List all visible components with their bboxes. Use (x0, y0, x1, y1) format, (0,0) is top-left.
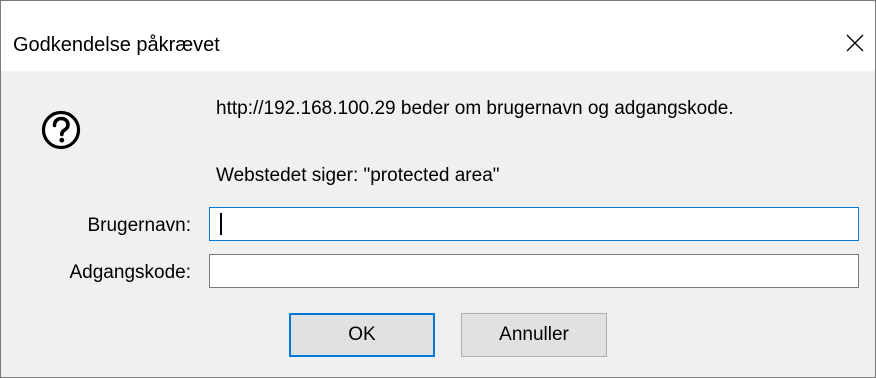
username-input[interactable] (209, 207, 859, 241)
ok-button[interactable]: OK (289, 313, 435, 357)
request-message: http://192.168.100.29 beder om brugernav… (216, 98, 734, 119)
close-button[interactable] (835, 23, 875, 63)
auth-dialog: Godkendelse påkrævet http://192.168.100.… (0, 0, 876, 378)
cancel-button[interactable]: Annuller (461, 313, 607, 357)
username-label: Brugernavn: (87, 215, 191, 236)
password-input[interactable] (209, 254, 859, 288)
dialog-title: Godkendelse påkrævet (13, 34, 220, 56)
close-icon (846, 34, 864, 52)
realm-message: Webstedet siger: "protected area" (216, 165, 500, 186)
title-bar: Godkendelse påkrævet (1, 1, 875, 71)
text-caret (220, 213, 222, 235)
password-label: Adgangskode: (69, 262, 192, 283)
question-icon (41, 110, 81, 150)
